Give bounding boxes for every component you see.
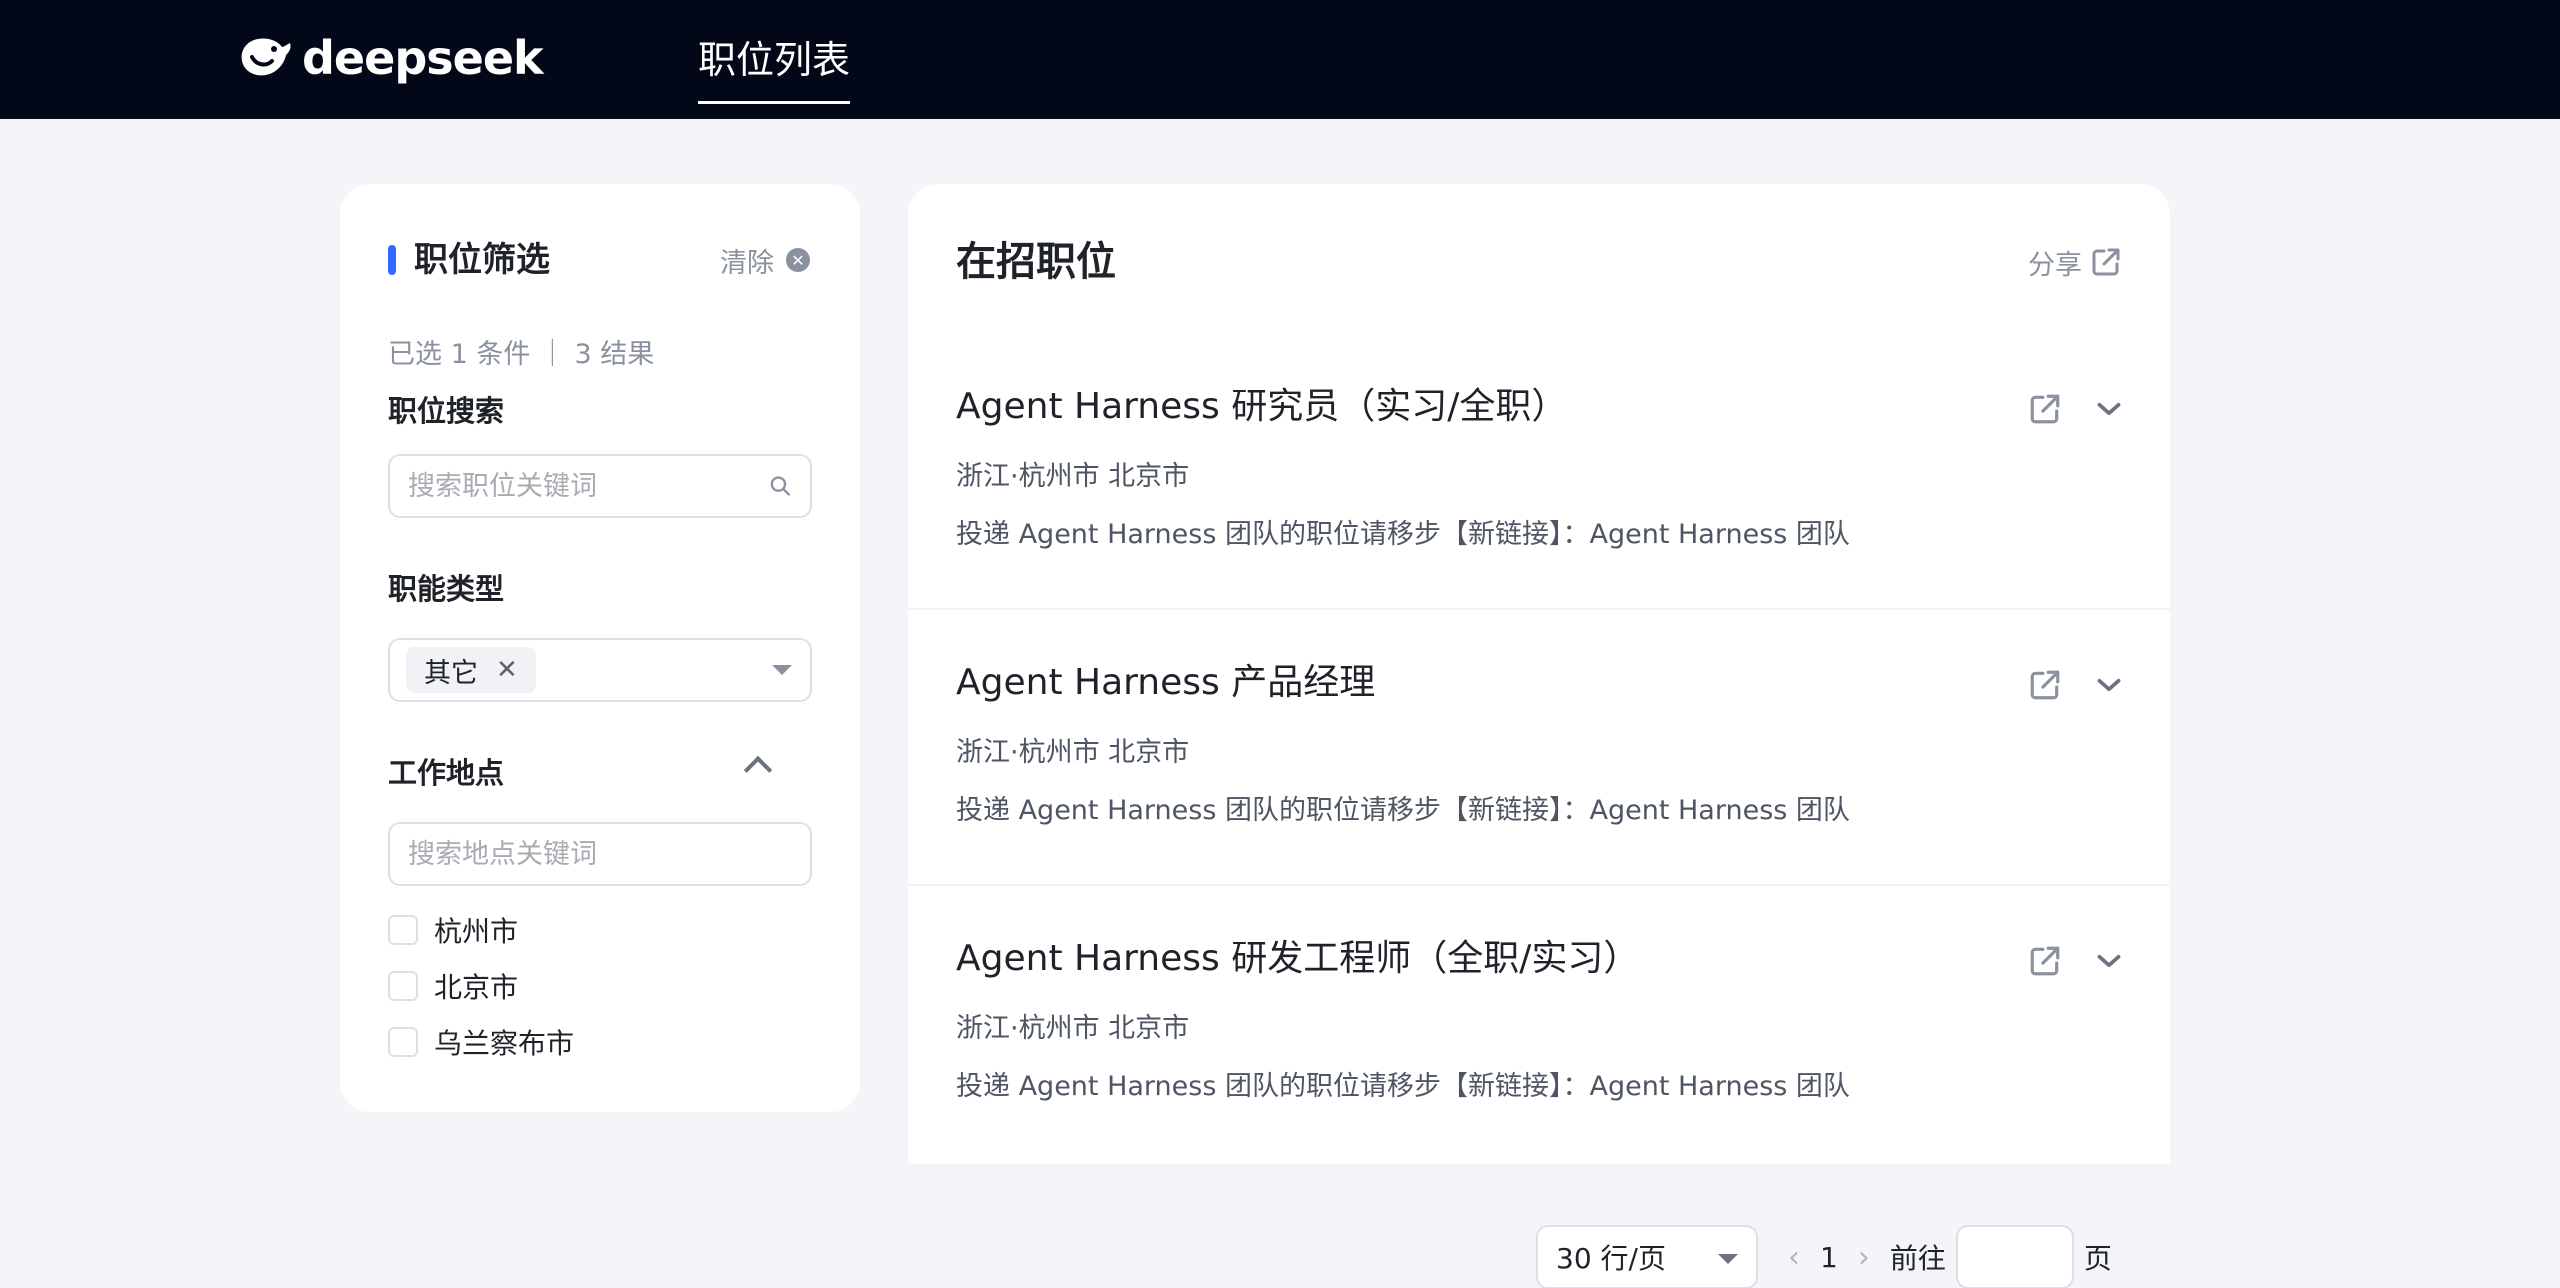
logo-text: deepseek [302,31,544,85]
whale-logo-icon [241,38,291,76]
collapse-chevron-icon[interactable] [743,755,773,785]
next-page-icon[interactable]: › [1858,1240,1870,1275]
job-description: 投递 Agent Harness 团队的职位请移步【新链接】：Agent Har… [956,519,1850,550]
pager: ‹ 1 › [1788,1240,1870,1275]
current-page[interactable]: 1 [1820,1241,1838,1274]
share-button[interactable]: 分享 [2028,240,2122,284]
job-item[interactable]: Agent Harness 产品经理 浙江·杭州市 北京市 投递 Agent H… [908,610,2170,886]
page-size-value: 30 行/页 [1556,1242,1666,1275]
page-unit-label: 页 [2083,1242,2112,1275]
chevron-down-icon[interactable] [2092,668,2126,702]
search-icon[interactable] [769,474,792,498]
location-option[interactable]: 北京市 [388,966,518,1006]
job-title[interactable]: Agent Harness 产品经理 [956,658,1375,708]
job-description: 投递 Agent Harness 团队的职位请移步【新链接】：Agent Har… [956,795,1850,826]
location-option-label: 北京市 [434,971,519,1004]
dropdown-caret-icon [1718,1254,1738,1264]
share-icon[interactable] [2028,392,2062,426]
deepseek-logo[interactable]: deepseek [238,31,544,85]
selected-tag: 其它 ✕ [406,647,536,693]
filter-title: 职位筛选 [388,236,550,284]
location-option-label: 杭州市 [434,915,519,948]
job-description: 投递 Agent Harness 团队的职位请移步【新链接】：Agent Har… [956,1071,1850,1102]
share-icon[interactable] [2028,668,2062,702]
clear-label: 清除 [720,247,774,279]
goto-page-input[interactable] [1955,1225,2074,1288]
chevron-down-icon[interactable] [2092,392,2126,426]
top-navigation-bar: deepseek 职位列表 [0,0,2560,119]
clear-filters-button[interactable]: 清除 ✕ [720,236,810,284]
dropdown-caret-icon[interactable] [772,665,792,675]
checkbox[interactable] [388,971,418,1001]
location-label: 工作地点 [388,756,505,790]
filter-summary: 已选 1 条件 ｜ 3 结果 [388,339,655,370]
job-location: 浙江·杭州市 北京市 [956,1013,1190,1044]
close-circle-icon: ✕ [786,248,810,272]
jobs-title: 在招职位 [956,239,1116,285]
filter-panel: 职位筛选 清除 ✕ 已选 1 条件 ｜ 3 结果 职位搜索 职能类型 其它 ✕ … [340,184,860,1112]
job-search-input[interactable] [408,470,770,502]
remove-tag-icon[interactable]: ✕ [496,655,518,685]
job-search-field[interactable] [388,454,812,518]
location-option-label: 乌兰察布市 [434,1027,575,1060]
share-label: 分享 [2028,249,2082,281]
job-item[interactable]: Agent Harness 研究员（实习/全职） 浙江·杭州市 北京市 投递 A… [908,334,2170,610]
job-location: 浙江·杭州市 北京市 [956,461,1190,492]
share-icon [2092,248,2120,276]
function-type-select[interactable]: 其它 ✕ [388,638,812,702]
share-icon[interactable] [2028,944,2062,978]
pagination: 30 行/页 ‹ 1 › 前往 页 [1536,1225,2112,1288]
goto-label: 前往 [1889,1242,1946,1275]
chevron-down-icon[interactable] [2092,944,2126,978]
job-list-panel: 在招职位 分享 Agent Harness 研究员（实习/全职） 浙江·杭州市 … [908,184,2170,1164]
function-type-label: 职能类型 [388,572,505,606]
selected-tag-label: 其它 [424,657,478,689]
job-item[interactable]: Agent Harness 研发工程师（全职/实习） 浙江·杭州市 北京市 投递… [908,886,2170,1162]
location-search-input[interactable] [408,838,792,870]
location-search-field[interactable] [388,822,812,886]
checkbox[interactable] [388,1027,418,1057]
checkbox[interactable] [388,915,418,945]
job-search-label: 职位搜索 [388,394,505,428]
location-option[interactable]: 乌兰察布市 [388,1022,574,1062]
job-location: 浙江·杭州市 北京市 [956,737,1190,768]
job-title[interactable]: Agent Harness 研究员（实习/全职） [956,382,1567,432]
job-title[interactable]: Agent Harness 研发工程师（全职/实习） [956,934,1639,984]
prev-page-icon[interactable]: ‹ [1788,1240,1800,1275]
location-option[interactable]: 杭州市 [388,910,518,950]
nav-tab-job-list[interactable]: 职位列表 [698,30,851,104]
page-size-select[interactable]: 30 行/页 [1536,1225,1758,1288]
